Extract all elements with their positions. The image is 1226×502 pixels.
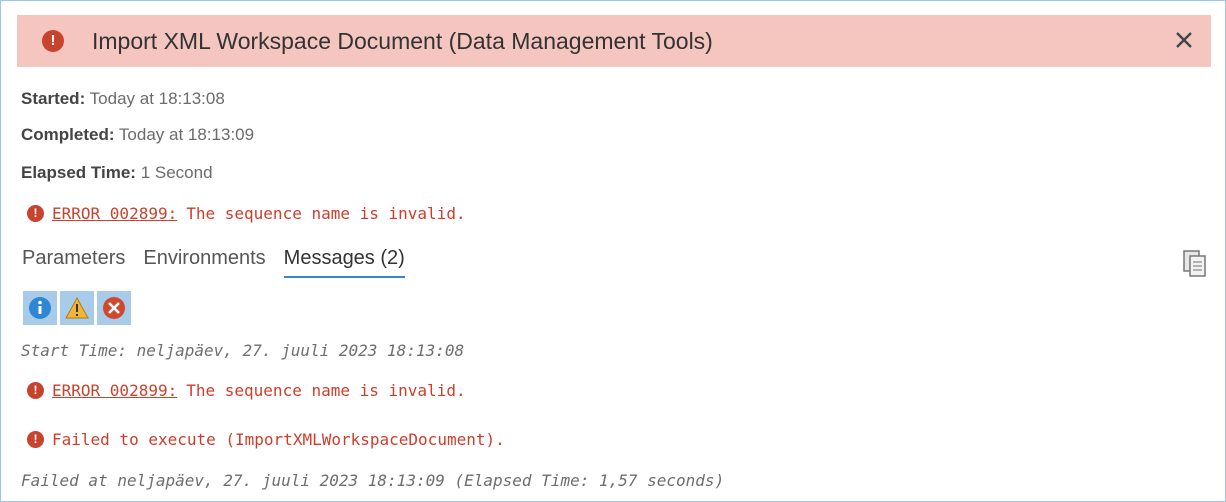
geoprocessing-result-panel: ! Import XML Workspace Document (Data Ma…	[0, 0, 1226, 502]
summary-error-code-link[interactable]: ERROR 002899:	[52, 204, 177, 223]
info-icon	[29, 297, 51, 319]
completed-row: Completed: Today at 18:13:09	[21, 125, 254, 145]
elapsed-value: 1 Second	[140, 163, 213, 182]
message-error-code-link[interactable]: ERROR 002899:	[52, 381, 177, 400]
filter-warning-button[interactable]	[60, 291, 94, 325]
result-tabs: Parameters Environments Messages (2)	[22, 247, 423, 278]
filter-error-button[interactable]	[97, 291, 131, 325]
message-failed-exec-text: Failed to execute (ImportXMLWorkspaceDoc…	[52, 430, 505, 449]
started-value: Today at 18:13:08	[89, 89, 225, 108]
message-start-time: Start Time: neljapäev, 27. juuli 2023 18…	[21, 341, 465, 360]
message-filter-toolbar	[23, 291, 134, 325]
completed-label: Completed:	[21, 125, 115, 144]
close-icon	[1176, 32, 1192, 48]
started-row: Started: Today at 18:13:08	[21, 89, 225, 109]
tab-parameters[interactable]: Parameters	[22, 247, 125, 278]
error-icon: !	[42, 30, 64, 52]
error-x-icon	[103, 297, 125, 319]
message-failed-at: Failed at neljapäev, 27. juuli 2023 18:1…	[21, 471, 725, 490]
message-error-row: ! ERROR 002899: The sequence name is inv…	[27, 381, 466, 400]
message-failed-exec-row: ! Failed to execute (ImportXMLWorkspaceD…	[27, 430, 505, 449]
tab-messages[interactable]: Messages (2)	[283, 247, 405, 278]
error-icon: !	[27, 382, 44, 399]
error-icon: !	[27, 205, 44, 222]
dialog-title: Import XML Workspace Document (Data Mana…	[92, 27, 713, 54]
copy-icon	[1183, 250, 1206, 277]
filter-info-button[interactable]	[23, 291, 57, 325]
copy-messages-button[interactable]	[1181, 247, 1209, 279]
elapsed-label: Elapsed Time:	[21, 163, 136, 182]
close-button[interactable]	[1171, 27, 1197, 53]
error-icon: !	[27, 431, 44, 448]
tab-environments[interactable]: Environments	[143, 247, 265, 278]
summary-error-row: ! ERROR 002899: The sequence name is inv…	[27, 204, 466, 223]
elapsed-row: Elapsed Time: 1 Second	[21, 163, 213, 183]
started-label: Started:	[21, 89, 86, 108]
completed-value: Today at 18:13:09	[118, 125, 255, 144]
message-error-text: The sequence name is invalid.	[186, 381, 466, 400]
summary-error-text: The sequence name is invalid.	[186, 204, 466, 223]
warning-icon	[65, 296, 89, 319]
dialog-header: ! Import XML Workspace Document (Data Ma…	[17, 15, 1211, 67]
